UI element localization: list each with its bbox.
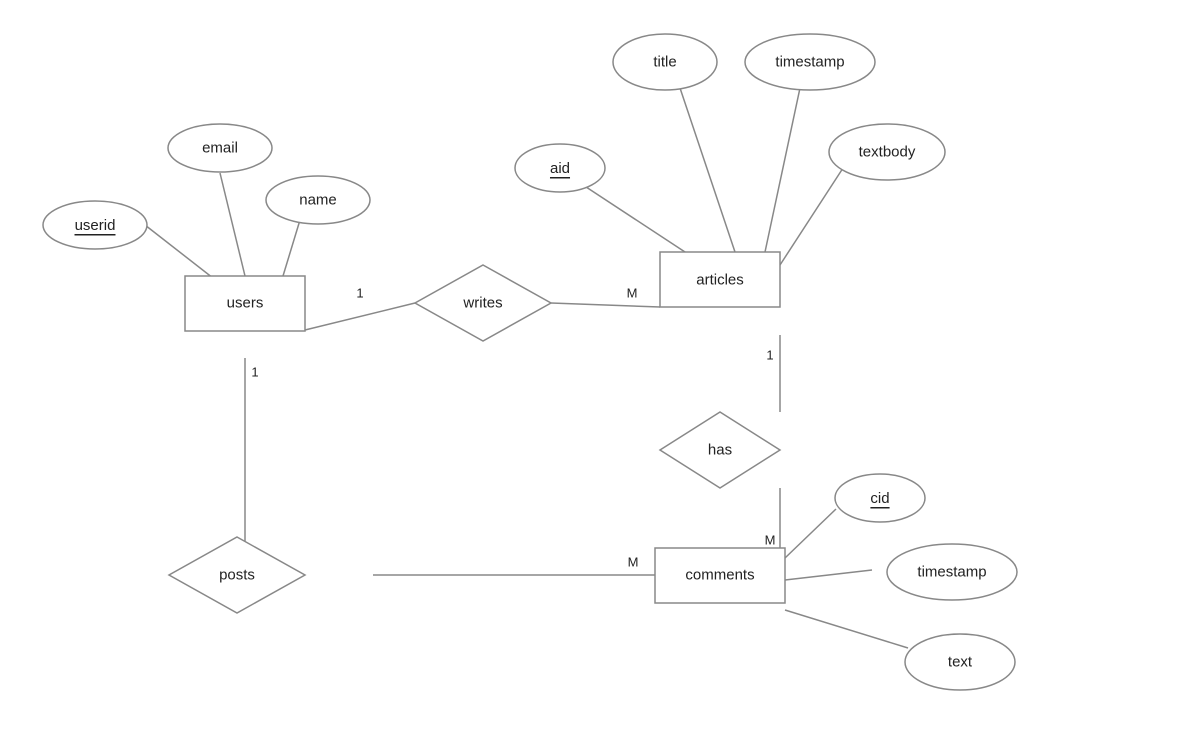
line-timestamp-comments — [785, 570, 872, 580]
attr-title-label: title — [653, 54, 676, 71]
line-name-users — [283, 220, 300, 276]
relation-posts-label: posts — [219, 567, 255, 584]
entity-articles-label: articles — [696, 272, 744, 289]
relation-writes-label: writes — [462, 295, 502, 312]
line-cid-comments — [785, 509, 836, 558]
cardinality-has-m: M — [765, 533, 776, 548]
cardinality-posts-m: M — [628, 555, 639, 570]
entity-users-label: users — [227, 295, 264, 312]
attr-name-label: name — [299, 192, 337, 209]
line-timestamp-articles — [765, 88, 800, 252]
cardinality-writes-m: M — [627, 286, 638, 301]
line-textbody-articles — [780, 165, 845, 265]
attr-userid-label: userid — [75, 217, 116, 234]
er-diagram: 1 M 1 M 1 M userid email name aid title … — [0, 0, 1200, 745]
line-users-writes — [305, 303, 415, 330]
attr-cid-label: cid — [870, 490, 889, 507]
line-writes-articles — [551, 303, 660, 307]
attr-aid-label: aid — [550, 160, 570, 177]
relation-has-label: has — [708, 442, 732, 459]
attr-text-label: text — [948, 654, 973, 671]
line-title-articles — [680, 88, 735, 252]
attr-email-label: email — [202, 140, 238, 157]
cardinality-posts-1: 1 — [251, 365, 258, 380]
cardinality-writes-1: 1 — [356, 286, 363, 301]
line-email-users — [220, 173, 245, 276]
line-text-comments — [785, 610, 908, 648]
attr-timestamp-comments-label: timestamp — [917, 564, 986, 581]
attr-timestamp-articles-label: timestamp — [775, 54, 844, 71]
cardinality-has-1: 1 — [766, 348, 773, 363]
entity-comments-label: comments — [685, 567, 754, 584]
attr-textbody-label: textbody — [859, 144, 916, 161]
